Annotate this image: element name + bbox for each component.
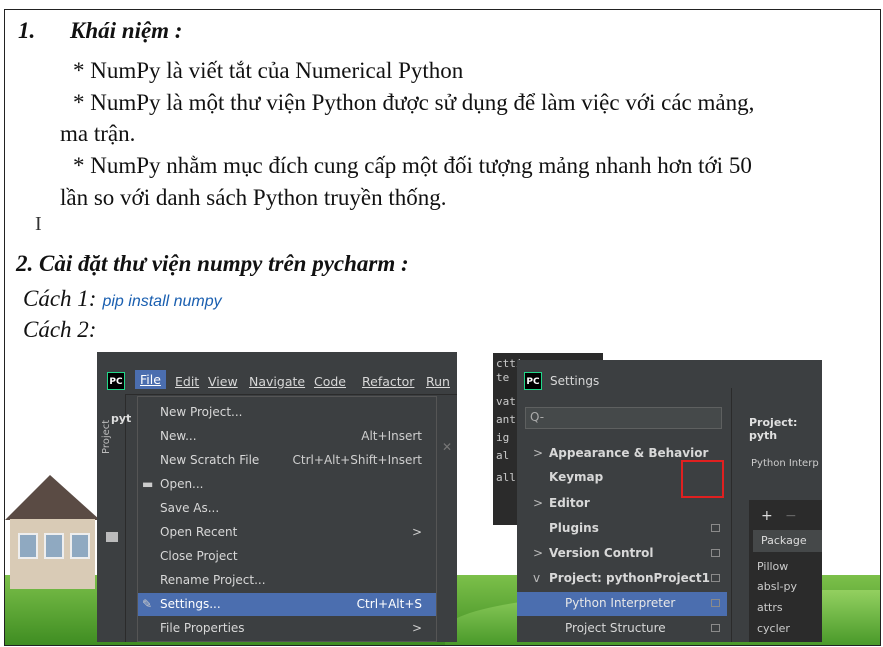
menu-item-open-recent[interactable]: Open Recent > bbox=[138, 521, 436, 544]
folder-open-icon: ▬ bbox=[142, 477, 154, 491]
section1-title: Khái niệm : bbox=[70, 18, 183, 43]
text-cursor-icon: I bbox=[35, 213, 42, 235]
package-row[interactable]: Pillow bbox=[757, 560, 788, 573]
section1-line-3: ma trận. bbox=[60, 121, 136, 146]
menu-item-new[interactable]: New... Alt+Insert bbox=[138, 425, 436, 448]
package-row[interactable]: attrs bbox=[757, 601, 783, 614]
section1-line-1: * NumPy là viết tắt của Numerical Python bbox=[73, 58, 464, 83]
section1-line-2: * NumPy là một thư viện Python được sử d… bbox=[73, 90, 755, 115]
house-image bbox=[5, 475, 100, 595]
page-icon bbox=[711, 599, 720, 607]
tree-project-structure[interactable]: Project Structure bbox=[517, 617, 727, 641]
menu-run[interactable]: Run bbox=[426, 374, 450, 389]
folder-icon bbox=[106, 532, 118, 542]
pycharm-file-menu-screenshot: PC File Edit View Navigate Code Refactor… bbox=[97, 352, 457, 642]
menu-code[interactable]: Code bbox=[314, 374, 346, 389]
tree-project[interactable]: v Project: pythonProject1 bbox=[517, 567, 727, 591]
page-icon bbox=[711, 549, 720, 557]
menu-bar: PC File Edit View Navigate Code Refactor… bbox=[97, 352, 457, 395]
pycharm-logo-icon: PC bbox=[524, 372, 542, 390]
add-package-icon[interactable]: + bbox=[761, 508, 773, 524]
project-sidebar[interactable]: Project bbox=[97, 394, 126, 642]
pycharm-logo-icon: PC bbox=[107, 372, 125, 390]
highlight-box bbox=[681, 460, 724, 498]
tree-version-control[interactable]: > Version Control bbox=[517, 542, 727, 566]
menu-item-open[interactable]: ▬ Open... bbox=[138, 473, 436, 496]
menu-view[interactable]: View bbox=[208, 374, 238, 389]
menu-item-new-project[interactable]: New Project... bbox=[138, 401, 436, 424]
menu-edit[interactable]: Edit bbox=[175, 374, 199, 389]
page-icon bbox=[711, 574, 720, 582]
settings-search-input[interactable]: Q- bbox=[525, 407, 722, 429]
menu-navigate[interactable]: Navigate bbox=[249, 374, 305, 389]
project-name-fragment: pyt bbox=[111, 412, 132, 425]
interpreter-label: Python Interp bbox=[751, 458, 819, 469]
wrench-icon: ✎ bbox=[142, 597, 153, 611]
pycharm-settings-screenshot: PC Settings Q- > Appearance & Behavior Ke… bbox=[517, 360, 822, 642]
package-row[interactable]: cycler bbox=[757, 622, 790, 635]
menu-refactor[interactable]: Refactor bbox=[362, 374, 414, 389]
remove-package-icon[interactable]: − bbox=[785, 508, 797, 524]
settings-title: Settings bbox=[550, 374, 600, 388]
slide: 1. Khái niệm : * NumPy là viết tắt của N… bbox=[4, 9, 881, 646]
page-icon bbox=[711, 524, 720, 532]
tree-python-interpreter[interactable]: Python Interpreter bbox=[517, 592, 727, 616]
section1-line-5: lần so với danh sách Python truyền thống… bbox=[60, 185, 447, 210]
tree-plugins[interactable]: Plugins bbox=[517, 517, 727, 541]
search-icon: Q- bbox=[530, 410, 545, 424]
package-column-header: Package bbox=[753, 530, 822, 552]
close-icon[interactable]: ✕ bbox=[442, 440, 452, 454]
package-row[interactable]: absl-py bbox=[757, 580, 797, 593]
menu-item-save-as[interactable]: Save As... bbox=[138, 497, 436, 520]
section2-title: 2. Cài đặt thư viện numpy trên pycharm : bbox=[16, 251, 409, 276]
page-icon bbox=[711, 624, 720, 632]
project-header: Project: pyth bbox=[749, 416, 798, 442]
menu-item-file-properties[interactable]: File Properties > bbox=[138, 617, 436, 640]
file-dropdown: New Project... New... Alt+Insert New Scra… bbox=[137, 396, 437, 642]
menu-item-close-project[interactable]: Close Project bbox=[138, 545, 436, 568]
method2-label: Cách 2: bbox=[23, 317, 97, 342]
method1-code: pip install numpy bbox=[102, 293, 222, 310]
section1-line-4: * NumPy nhằm mục đích cung cấp một đối t… bbox=[73, 153, 752, 178]
menu-item-rename-project[interactable]: Rename Project... bbox=[138, 569, 436, 592]
menu-item-new-scratch-file[interactable]: New Scratch File Ctrl+Alt+Shift+Insert bbox=[138, 449, 436, 472]
method1-label: Cách 1: bbox=[23, 286, 97, 311]
menu-file[interactable]: File bbox=[135, 370, 166, 389]
method1-line: Cách 1: pip install numpy bbox=[23, 286, 222, 312]
section1-number: 1. bbox=[18, 18, 36, 43]
menu-item-settings[interactable]: ✎ Settings... Ctrl+Alt+S bbox=[138, 593, 436, 616]
